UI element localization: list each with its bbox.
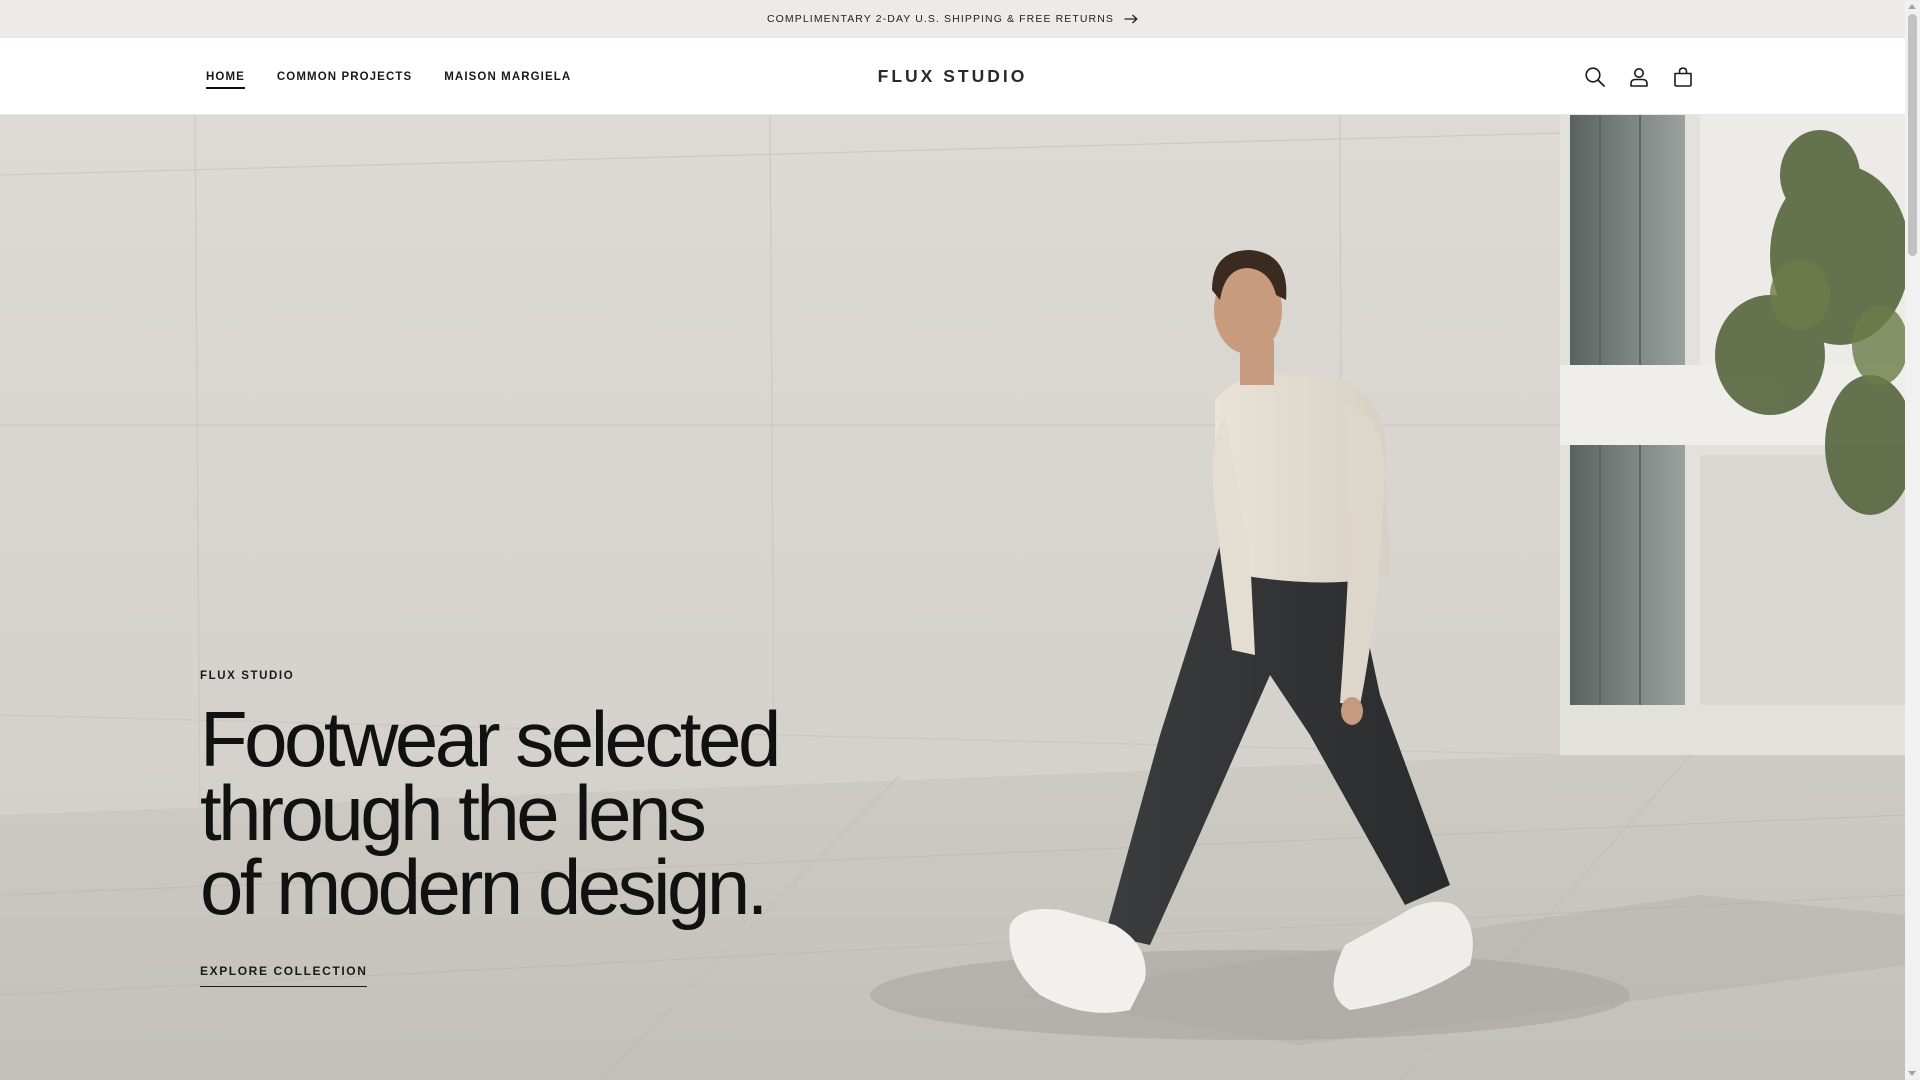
headline-line: of modern design. (200, 843, 768, 931)
hero-eyebrow: FLUX STUDIO (200, 670, 295, 682)
explore-collection-link[interactable]: EXPLORE COLLECTION (200, 964, 368, 987)
nav-item-home[interactable]: HOME (206, 65, 245, 89)
arrow-right-icon (1124, 14, 1138, 23)
site-header: HOME COMMON PROJECTS MAISON MARGIELA FLU… (0, 38, 1905, 115)
announcement-link[interactable]: COMPLIMENTARY 2-DAY U.S. SHIPPING & FREE… (767, 13, 1138, 25)
hero-content: FLUX STUDIO Footwear selected through th… (200, 670, 840, 987)
hero-headline: Footwear selected through the lens of mo… (200, 695, 840, 931)
page-scrollbar[interactable] (1905, 0, 1920, 1080)
nav-item-maison-margiela[interactable]: MAISON MARGIELA (444, 65, 571, 89)
header-icons (1583, 38, 1695, 115)
main-nav: HOME COMMON PROJECTS MAISON MARGIELA (206, 38, 603, 115)
cart-icon[interactable] (1671, 65, 1695, 89)
search-icon[interactable] (1583, 65, 1607, 89)
headline-line: through the lens (200, 769, 707, 857)
announcement-bar: COMPLIMENTARY 2-DAY U.S. SHIPPING & FREE… (0, 0, 1905, 38)
headline-line: Footwear selected (200, 695, 781, 783)
scroll-up-arrow-icon[interactable] (1908, 4, 1916, 9)
account-icon[interactable] (1627, 65, 1651, 89)
scroll-down-arrow-icon[interactable] (1908, 1071, 1916, 1076)
scroll-thumb[interactable] (1908, 14, 1917, 256)
announcement-text: COMPLIMENTARY 2-DAY U.S. SHIPPING & FREE… (766, 12, 1115, 25)
nav-item-common-projects[interactable]: COMMON PROJECTS (277, 65, 412, 89)
hero-banner: FLUX STUDIO Footwear selected through th… (0, 115, 1905, 1080)
site-logo[interactable]: FLUX STUDIO (803, 38, 1103, 115)
